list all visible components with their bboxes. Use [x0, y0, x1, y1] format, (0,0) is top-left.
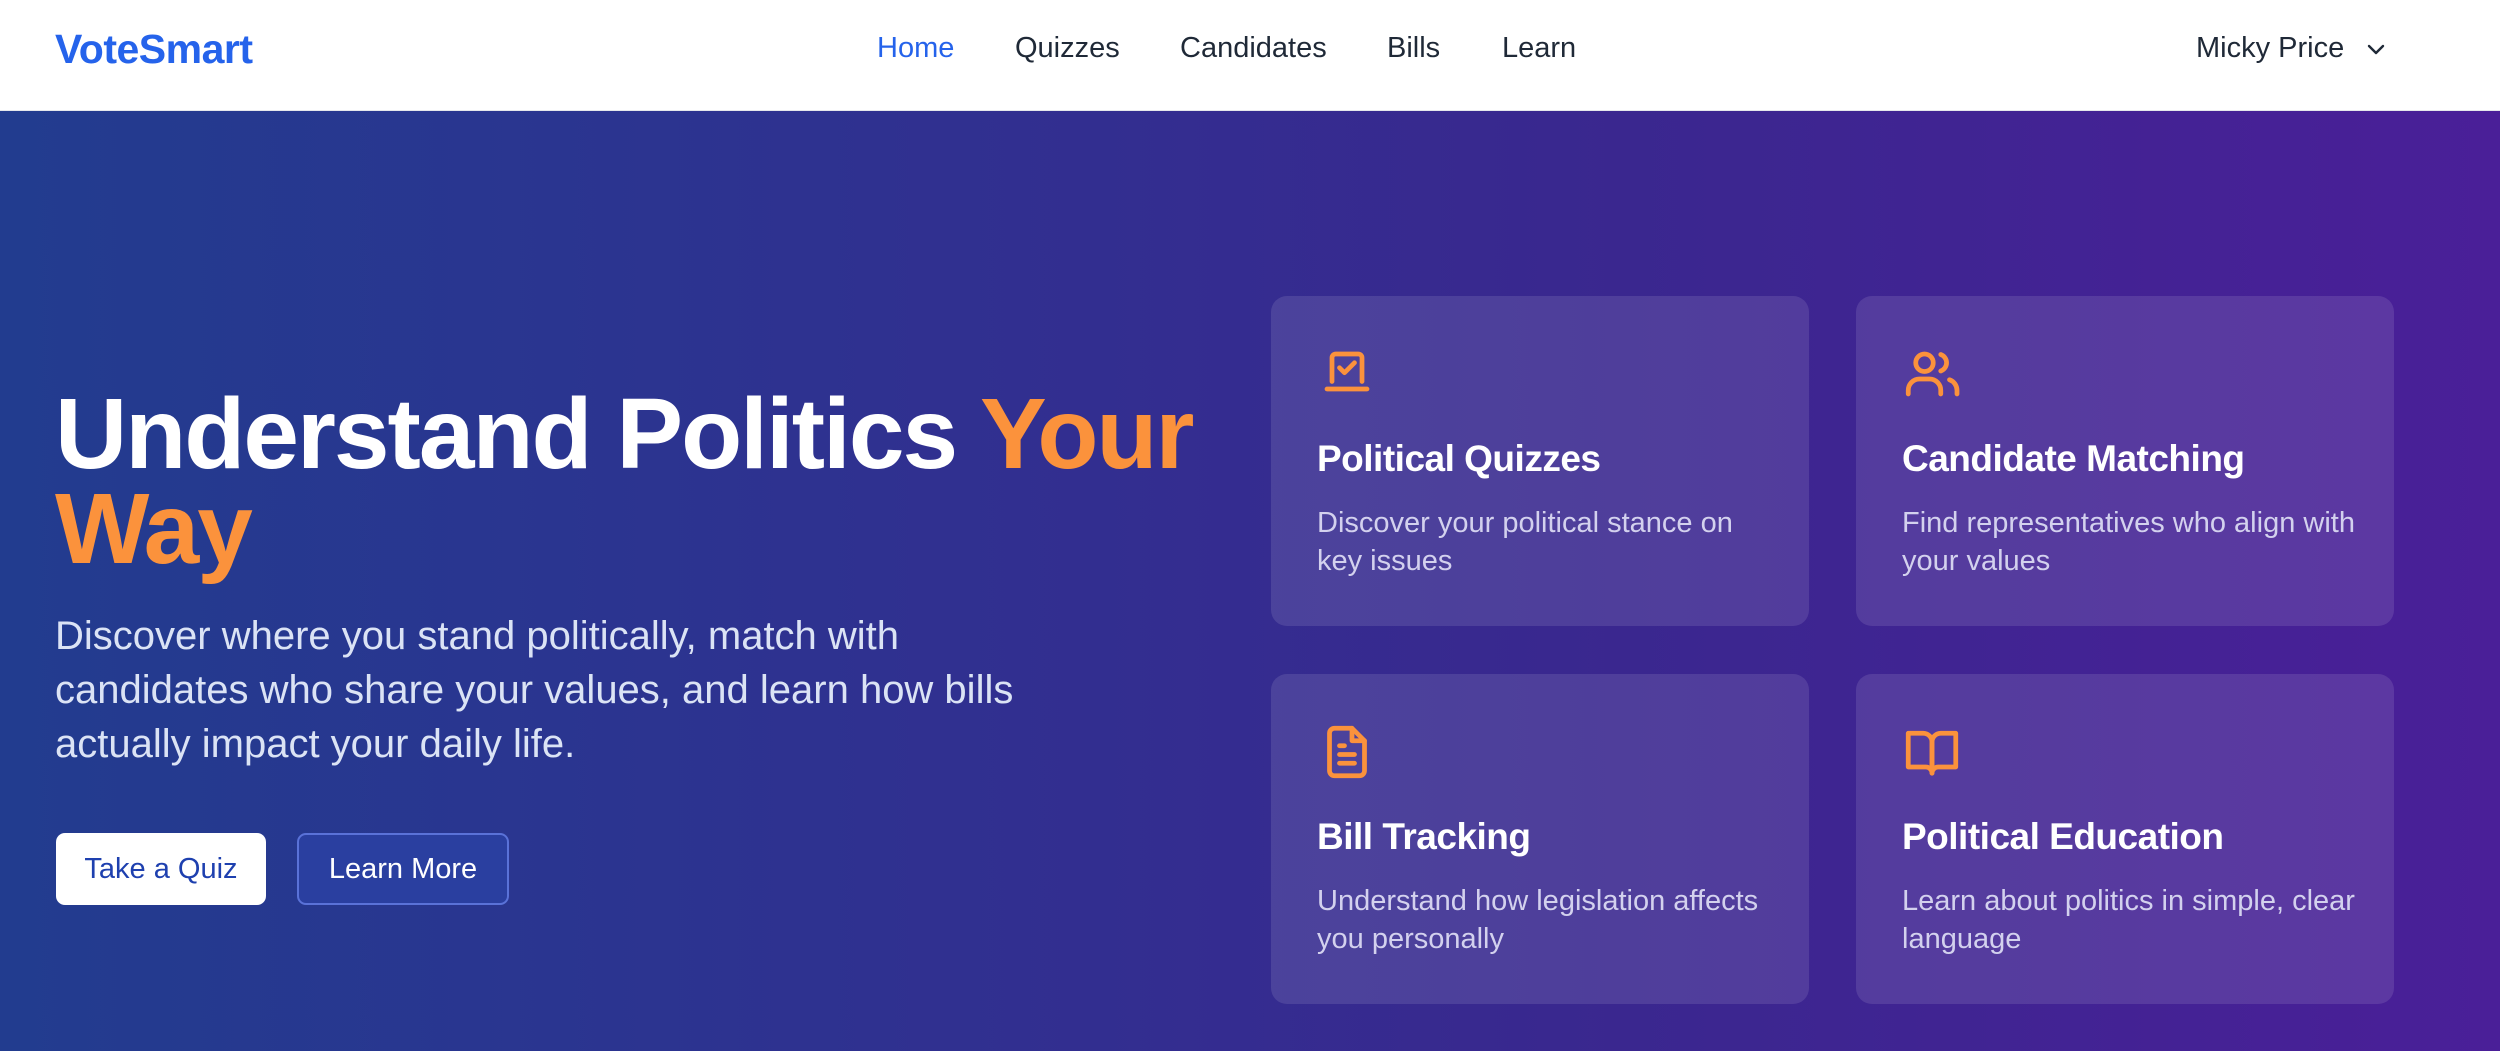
nav-bills[interactable]: Bills [1387, 32, 1440, 65]
feature-card-quizzes[interactable]: Political Quizzes Discover your politica… [1271, 296, 1809, 626]
feature-card-education[interactable]: Political Education Learn about politics… [1856, 674, 2394, 1004]
user-name: Micky Price [2196, 32, 2345, 64]
feature-title: Political Education [1902, 816, 2224, 857]
feature-title: Candidate Matching [1902, 438, 2245, 479]
vote-box-icon [1324, 351, 1370, 392]
main-nav: Home Quizzes Candidates Bills Learn [0, 32, 2500, 72]
take-quiz-button[interactable]: Take a Quiz [56, 833, 266, 905]
user-menu[interactable]: Micky Price [2196, 32, 2388, 65]
feature-card-candidates[interactable]: Candidate Matching Find representatives … [1856, 296, 2394, 626]
nav-quizzes[interactable]: Quizzes [1015, 32, 1120, 65]
nav-home[interactable]: Home [877, 32, 954, 65]
feature-description: Discover your political stance on key is… [1317, 507, 1733, 577]
nav-candidates[interactable]: Candidates [1180, 32, 1327, 65]
top-navbar: VoteSmart Home Quizzes Candidates Bills … [0, 0, 2500, 111]
chevron-down-icon [2368, 44, 2385, 54]
feature-description: Learn about politics in simple, clear la… [1902, 885, 2355, 955]
feature-title: Political Quizzes [1317, 438, 1601, 479]
learn-more-button[interactable]: Learn More [297, 833, 509, 905]
nav-learn[interactable]: Learn [1502, 32, 1576, 65]
document-icon [1327, 725, 1367, 779]
hero-subtitle: Discover where you stand politically, ma… [55, 614, 1014, 766]
book-open-icon [1905, 730, 1959, 776]
feature-description: Understand how legislation affects you p… [1317, 885, 1759, 955]
hero-title: Understand Politics Your Way [55, 384, 1235, 579]
feature-card-bills[interactable]: Bill Tracking Understand how legislation… [1271, 674, 1809, 1004]
feature-title: Bill Tracking [1317, 816, 1531, 857]
users-icon [1905, 351, 1960, 397]
feature-description: Find representatives who align with your… [1902, 507, 2355, 577]
hero-section: Understand Politics Your Way Discover wh… [0, 111, 2500, 1051]
